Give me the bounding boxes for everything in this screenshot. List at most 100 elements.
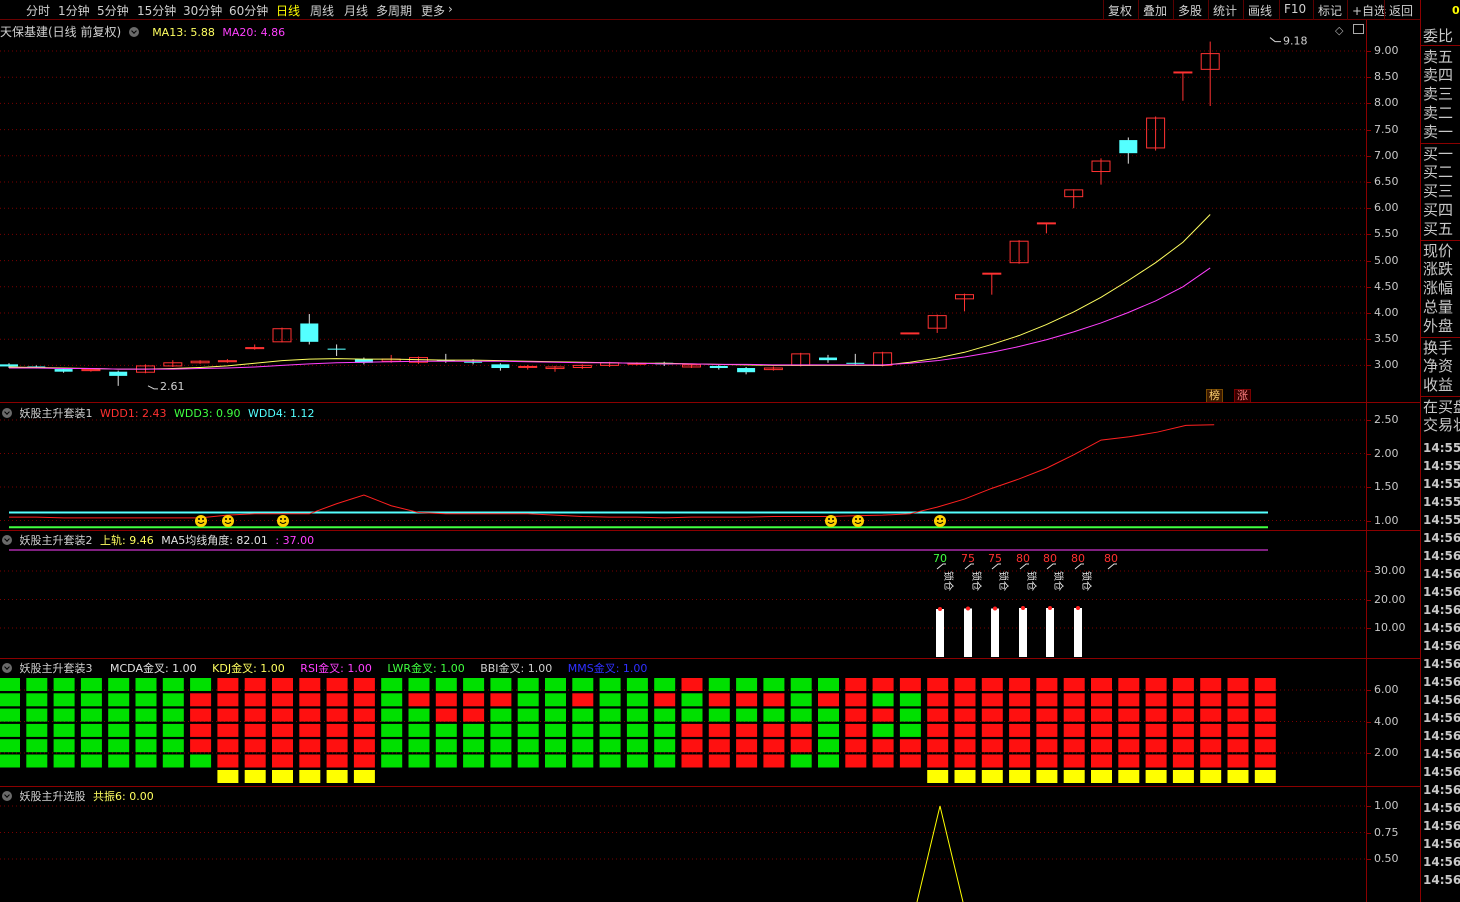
signal-cell (927, 678, 949, 691)
signal-cell (272, 693, 293, 707)
signal-cell (517, 739, 539, 753)
y-tick (1366, 365, 1371, 367)
signal-cell (53, 708, 75, 722)
signal-cell (626, 754, 648, 768)
signal-cell (435, 723, 457, 737)
bar-value-label: 75 (961, 552, 975, 565)
chevron-right-icon[interactable]: › (448, 2, 453, 16)
stats-button[interactable]: 统计 (1208, 0, 1241, 20)
quote-field-label: 买五 (1423, 220, 1454, 238)
signal-cell (736, 708, 758, 722)
signal-cell (0, 723, 20, 737)
signal-cell (490, 723, 512, 737)
trade-time: 14:55 (1423, 477, 1460, 491)
back-button[interactable]: 返回 (1384, 0, 1417, 20)
bang-tag[interactable]: 榜 (1206, 389, 1223, 403)
signal-cell (162, 693, 184, 707)
mark-button[interactable]: 标记 (1313, 0, 1346, 20)
y-tick (1366, 690, 1371, 691)
signal-cell (381, 678, 403, 691)
low-arrow (147, 385, 158, 390)
tab-5min[interactable]: 5分钟 (97, 2, 129, 19)
signal-cell (626, 739, 648, 753)
tab-more[interactable]: 更多 (421, 2, 445, 19)
signal-cell (408, 693, 430, 707)
signal-cell (654, 693, 676, 707)
signal-cell (463, 708, 485, 722)
tab-fenshi[interactable]: 分时 (26, 2, 50, 19)
period-toolbar: 分时 1分钟 5分钟 15分钟 30分钟 60分钟 日线 周线 月线 多周期 更… (0, 0, 1420, 20)
quote-field-label: 换手 (1423, 339, 1454, 357)
signal-cell (1036, 739, 1058, 753)
signal-cell (954, 693, 976, 707)
quote-field-label: 在买盘 (1423, 398, 1460, 416)
signal-cell (1172, 678, 1194, 691)
tab-60min[interactable]: 60分钟 (229, 2, 268, 19)
quote-field-label: 委比 (1423, 27, 1454, 45)
f10-button[interactable]: F10 (1279, 0, 1310, 20)
multi-stock-button[interactable]: 多股 (1173, 0, 1206, 20)
trade-time: 14:56 (1423, 567, 1460, 581)
tab-daily[interactable]: 日线 (276, 2, 300, 19)
smiley-eye (859, 518, 861, 520)
signal-cell (1227, 708, 1249, 722)
y-tick-label: 3.00 (1374, 358, 1399, 372)
signal-cell (872, 693, 894, 707)
y-tick-label: 10.00 (1374, 621, 1406, 634)
fuquan-button[interactable]: 复权 (1103, 0, 1136, 20)
tab-monthly[interactable]: 月线 (344, 2, 368, 19)
overlay-button[interactable]: 叠加 (1138, 0, 1171, 20)
signal-cell (272, 723, 293, 737)
y-tick-label: 2.00 (1374, 746, 1399, 759)
signal-cell (408, 708, 430, 722)
trade-time: 14:55 (1423, 495, 1460, 509)
draw-line-button[interactable]: 画线 (1243, 0, 1276, 20)
signal-cell (572, 723, 594, 737)
trade-time: 14:56 (1423, 747, 1460, 761)
signal-cell (681, 723, 703, 737)
signal-cell (818, 708, 839, 722)
signal-cell (217, 678, 239, 691)
quote-field-label: 涨幅 (1423, 279, 1454, 297)
signal-cell-yellow (1063, 770, 1085, 783)
zhang-tag[interactable]: 涨 (1234, 389, 1251, 403)
signal-cell (1009, 678, 1031, 691)
tab-multi-period[interactable]: 多周期 (376, 2, 412, 19)
tab-weekly[interactable]: 周线 (310, 2, 334, 19)
y-tick-label: 8.00 (1374, 96, 1399, 110)
signal-cell (654, 739, 676, 753)
quote-field-label: 卖二 (1423, 104, 1454, 122)
signal-cell (299, 678, 321, 691)
signal-cell (135, 723, 157, 737)
candle-body (982, 272, 1002, 275)
trade-time: 14:56 (1423, 693, 1460, 707)
signal-cell (1227, 754, 1249, 768)
y-tick-label: 4.50 (1374, 279, 1399, 293)
signal-cell (1009, 754, 1031, 768)
signal-cell-yellow (1254, 770, 1276, 783)
tab-1min[interactable]: 1分钟 (58, 2, 90, 19)
signal-cell (1091, 723, 1112, 737)
signal-cell (599, 678, 621, 691)
signal-cell (26, 678, 48, 691)
trade-time: 14:56 (1423, 675, 1460, 689)
signal-cell (1254, 723, 1276, 737)
signal-cell-yellow (981, 770, 1003, 783)
smiley-eye (855, 518, 857, 520)
signal-cell (872, 739, 894, 753)
signal-cell (53, 723, 75, 737)
signal-cell (654, 723, 676, 737)
signal-cell (1145, 754, 1167, 768)
tab-15min[interactable]: 15分钟 (137, 2, 176, 19)
signal-cell (954, 723, 976, 737)
y-tick-label: 4.00 (1374, 714, 1399, 728)
tab-30min[interactable]: 30分钟 (183, 2, 222, 19)
signal-cell (1009, 739, 1031, 753)
candle-body (464, 361, 483, 363)
signal-cell (790, 754, 812, 768)
y-tick-label: 9.00 (1374, 44, 1399, 57)
signal-cell (463, 693, 485, 707)
signal-cell (135, 754, 157, 768)
signal-cell (272, 678, 293, 691)
signal-cell (899, 754, 921, 768)
